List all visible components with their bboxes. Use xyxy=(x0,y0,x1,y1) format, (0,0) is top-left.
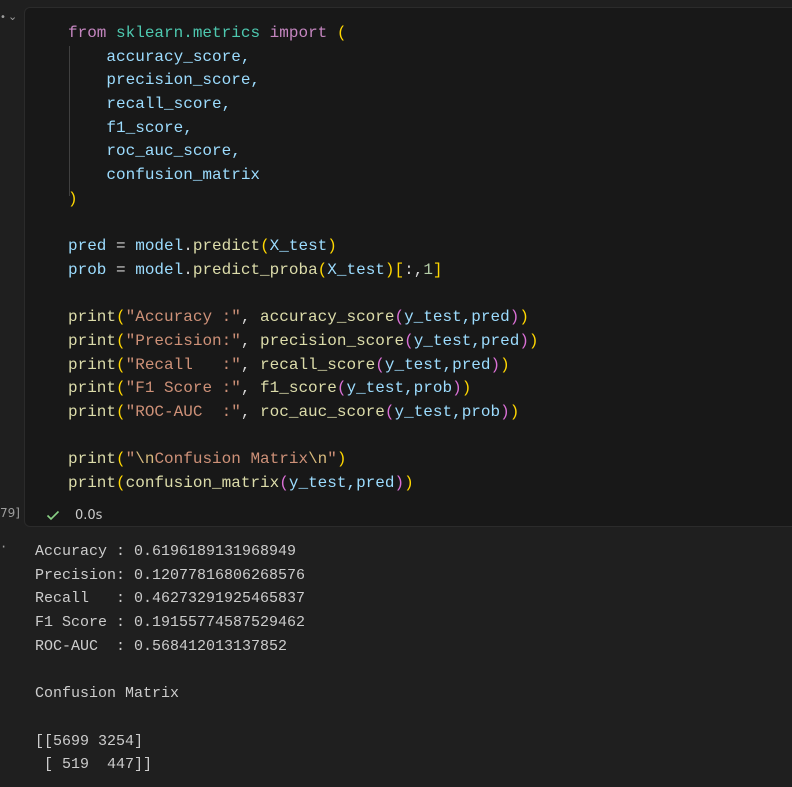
output-line: ROC-AUC : 0.568412013137852 xyxy=(35,637,288,655)
output-line: F1 Score : 0.19155774587529462 xyxy=(35,614,306,632)
output-line: [ 519 447]] xyxy=(35,756,153,774)
code-line-pred: pred = model.predict(X_test) xyxy=(68,237,337,256)
code-line-7: confusion_matrix xyxy=(106,166,261,185)
code-line-2: accuracy_score, xyxy=(106,47,251,66)
execution-count: 79] xyxy=(0,506,20,520)
output-line: Recall : 0.46273291925465837 xyxy=(35,590,306,608)
execution-duration: 0.0s xyxy=(75,507,103,523)
code-line-print-cm-title: print("\nConfusion Matrix\n") xyxy=(68,450,347,469)
code-line-prob: prob = model.predict_proba(X_test)[:,1] xyxy=(68,260,443,279)
code-line-print-rocauc: print("ROC-AUC :", roc_auc_score(y_test,… xyxy=(68,403,520,421)
code-line-8: ) xyxy=(68,189,78,208)
cell-marker: • xyxy=(0,12,6,23)
code-line-print-cm: print(confusion_matrix(y_test,pred)) xyxy=(68,474,414,493)
code-line-4: recall_score, xyxy=(106,95,232,114)
output-line: Precision: 0.12077816806268576 xyxy=(35,566,306,584)
cell-output: Accuracy : 0.6196189131968949 Precision: … xyxy=(35,540,305,777)
code-line-5: f1_score, xyxy=(106,118,193,137)
code-cell[interactable]: from sklearn.metrics import ( accuracy_s… xyxy=(24,7,792,527)
chevron-down-icon[interactable]: ⌄ xyxy=(8,10,17,23)
cell-status-bar: 0.0s xyxy=(45,505,102,525)
code-editor[interactable]: from sklearn.metrics import ( accuracy_s… xyxy=(68,22,539,496)
code-line-3: precision_score, xyxy=(106,71,261,90)
output-line: Accuracy : 0.6196189131968949 xyxy=(35,543,297,560)
cell-gutter-toolbar: • ⌄ xyxy=(0,8,24,28)
output-line: Confusion Matrix xyxy=(35,685,180,703)
code-line-print-recall: print("Recall :", recall_score(y_test,pr… xyxy=(68,355,510,374)
output-line: [[5699 3254] xyxy=(35,732,144,750)
check-icon xyxy=(46,510,60,521)
code-line-print-precision: print("Precision:", precision_score(y_te… xyxy=(68,331,539,350)
code-line-print-accuracy: print("Accuracy :", accuracy_score(y_tes… xyxy=(68,308,529,327)
output-marker: · xyxy=(0,540,8,554)
code-line-print-f1: print("F1 Score :", f1_score(y_test,prob… xyxy=(68,379,472,398)
code-line-6: roc_auc_score, xyxy=(106,142,241,161)
code-line-1: from sklearn.metrics import ( xyxy=(68,24,347,42)
